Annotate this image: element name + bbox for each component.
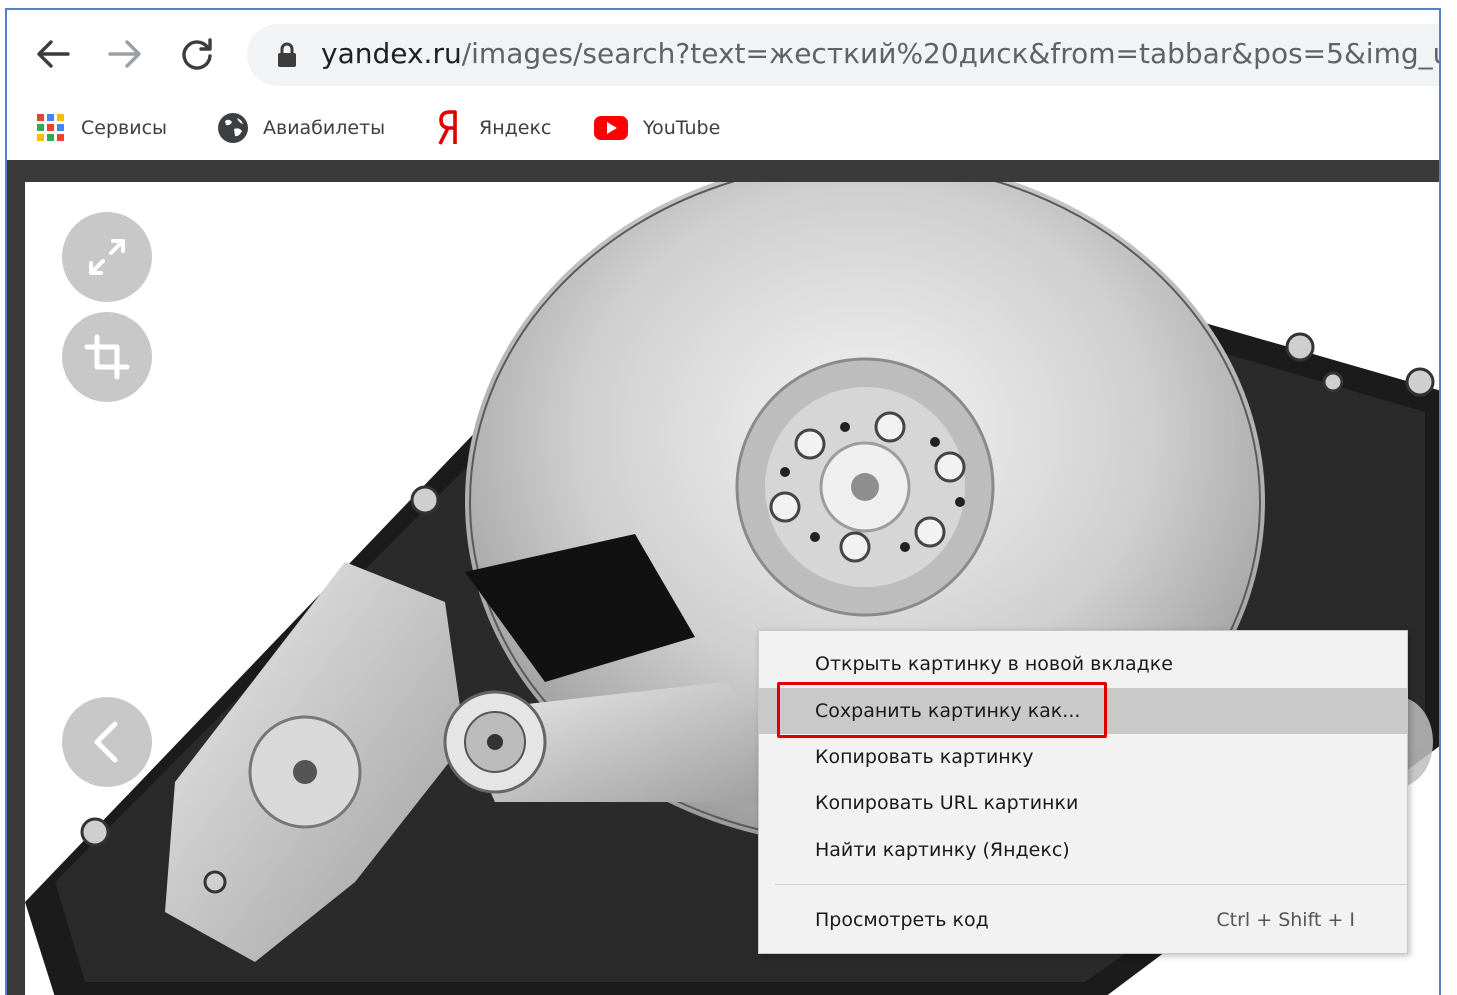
menu-item-shortcut: Ctrl + Shift + I <box>1216 909 1355 931</box>
fullscreen-button[interactable] <box>62 212 152 302</box>
menu-item-label: Просмотреть код <box>815 909 989 931</box>
reload-button[interactable] <box>171 28 223 80</box>
prev-arrow-icon <box>94 721 118 763</box>
url-path: /images/search?text=жесткий%20диск&from=… <box>461 37 1441 70</box>
menu-item-label: Открыть картинку в новой вкладке <box>815 653 1173 675</box>
browser-toolbar: yandex.ru/images/search?text=жесткий%20д… <box>7 10 1439 96</box>
forward-button[interactable] <box>99 28 151 80</box>
lock-icon <box>278 42 296 67</box>
menu-item-inspect[interactable]: Просмотреть код Ctrl + Shift + I <box>759 897 1407 943</box>
bookmark-label: Авиабилеты <box>263 117 386 139</box>
menu-item-open-new-tab[interactable]: Открыть картинку в новой вкладке <box>759 641 1407 687</box>
bookmark-yandex[interactable]: Яндекс <box>435 108 551 148</box>
menu-item-label: Копировать URL картинки <box>815 792 1079 814</box>
back-arrow-icon <box>37 40 70 68</box>
previous-image-button[interactable] <box>62 697 152 787</box>
address-bar[interactable]: yandex.ru/images/search?text=жесткий%20д… <box>247 24 1441 86</box>
globe-icon <box>218 113 248 143</box>
forward-arrow-icon <box>108 40 141 68</box>
apps-grid-icon <box>37 114 64 141</box>
menu-item-search-image-yandex[interactable]: Найти картинку (Яндекс) <box>759 827 1407 873</box>
menu-item-copy-image[interactable]: Копировать картинку <box>759 734 1407 780</box>
crop-button[interactable] <box>62 312 152 402</box>
back-button[interactable] <box>27 28 79 80</box>
bookmark-avia[interactable]: Авиабилеты <box>217 108 385 148</box>
bookmark-services[interactable]: Сервисы <box>35 108 167 148</box>
menu-item-label: Копировать картинку <box>815 746 1034 768</box>
menu-item-label: Найти картинку (Яндекс) <box>815 839 1070 861</box>
url-text[interactable]: yandex.ru/images/search?text=жесткий%20д… <box>321 36 1441 72</box>
youtube-icon <box>594 116 628 140</box>
menu-item-copy-image-url[interactable]: Копировать URL картинки <box>759 780 1407 826</box>
yandex-logo-icon <box>438 110 457 145</box>
bookmark-label: YouTube <box>643 117 721 139</box>
reload-icon <box>182 38 212 70</box>
bookmark-youtube[interactable]: YouTube <box>593 108 720 148</box>
crop-icon <box>84 334 130 380</box>
highlight-annotation <box>777 682 1107 738</box>
menu-separator <box>775 884 1407 885</box>
fullscreen-icon <box>89 239 125 275</box>
bookmark-label: Яндекс <box>479 117 552 139</box>
context-menu: Открыть картинку в новой вкладке Сохрани… <box>758 630 1408 954</box>
bookmark-label: Сервисы <box>81 117 168 139</box>
url-host: yandex.ru <box>321 37 462 70</box>
bookmarks-bar: Сервисы Авиабилеты Яндекс YouTube <box>7 96 1439 160</box>
